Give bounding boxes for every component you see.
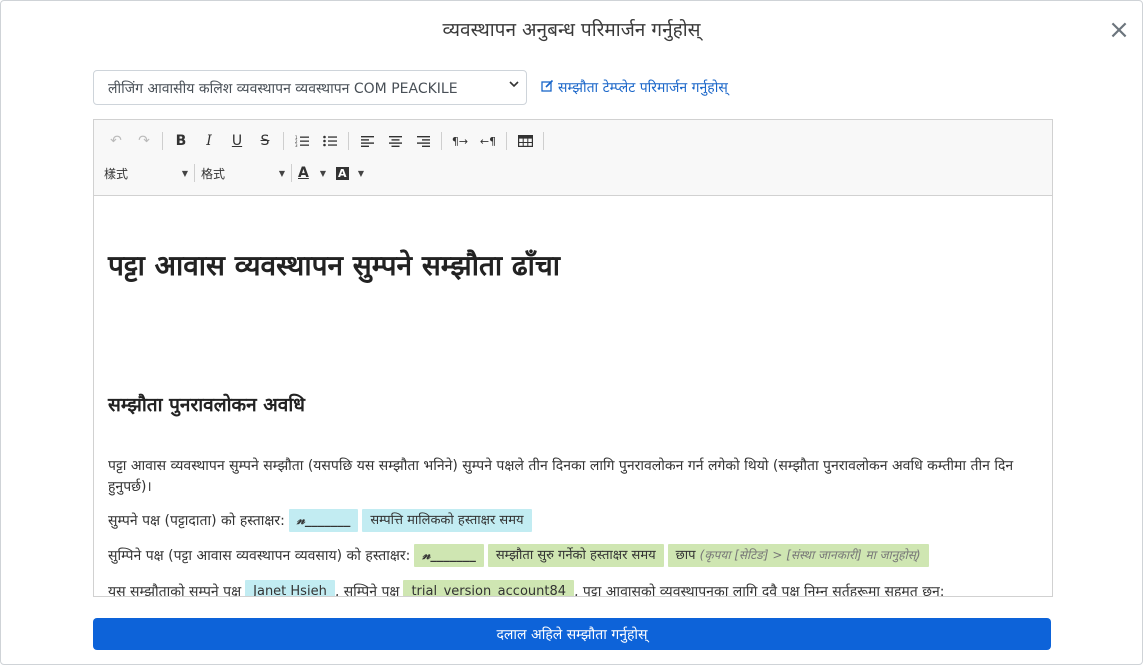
editor-content[interactable]: पट्टा आवास व्यवस्थापन सुम्पने सम्झौता ढा… — [94, 196, 1052, 596]
toolbar-divider — [348, 132, 349, 150]
toolbar-divider — [506, 132, 507, 150]
stamp-chip[interactable]: छाप (कृपया [सेटिङ] > [संस्था जानकारी] मा… — [667, 544, 929, 567]
bold-button[interactable]: B — [169, 129, 193, 153]
document-heading: पट्टा आवास व्यवस्थापन सुम्पने सम्झौता ढा… — [108, 249, 560, 282]
text-color-icon: A — [298, 165, 309, 181]
caret-down-icon: ▼ — [357, 168, 364, 178]
submit-contract-button[interactable]: दलाल अहिले सम्झौता गर्नुहोस् — [93, 618, 1051, 650]
toolbar-divider — [291, 164, 292, 182]
strikethrough-button[interactable]: S — [253, 129, 277, 153]
review-paragraph: पट्टा आवास व्यवस्थापन सुम्पने सम्झौता (य… — [108, 458, 1014, 495]
parties-middle: , सम्पिने पक्ष — [334, 584, 400, 596]
assignor-signature-label: सुम्पने पक्ष (पट्टादाता) को हस्ताक्षर: — [108, 513, 285, 529]
format-dropdown-label: 格式 — [201, 166, 226, 181]
caret-down-icon: ▼ — [278, 168, 285, 178]
assignor-signature-line: सुम्पने पक्ष (पट्टादाता) को हस्ताक्षर: 𝓃… — [108, 509, 532, 532]
caret-down-icon: ▼ — [319, 168, 326, 178]
text-color-button[interactable]: A ▼ — [298, 162, 330, 184]
undo-icon[interactable]: ↶ — [104, 129, 128, 153]
parties-suffix: , पट्टा आवासको व्यवस्थापनका लागि दवै पक्… — [574, 584, 945, 596]
style-dropdown-label: 樣式 — [104, 166, 129, 181]
toolbar-divider — [194, 164, 195, 182]
modal-dialog: व्यवस्थापन अनुबन्ध परिमार्जन गर्नुहोस् ×… — [0, 0, 1143, 665]
align-left-icon[interactable] — [355, 129, 379, 153]
section-heading: सम्झौता पुनरावलोकन अवधि — [108, 394, 305, 416]
edit-icon — [541, 79, 554, 96]
redo-icon[interactable]: ↷ — [132, 129, 156, 153]
template-select-value: लीजिंग आवासीय कलिश व्यवस्थापन व्यवस्थापन… — [108, 81, 458, 97]
italic-button[interactable]: I — [197, 129, 221, 153]
svg-text:3: 3 — [295, 143, 298, 147]
bg-color-button[interactable]: A ▼ — [336, 162, 368, 184]
initiator-sign-time-chip[interactable]: सम्झौता सुरु गर्नेको हस्ताक्षर समय — [487, 544, 664, 567]
rtl-icon[interactable]: ←¶ — [476, 129, 500, 153]
assignee-signature-line: सुम्पिने पक्ष (पट्टा आवास व्यवस्थापन व्य… — [108, 544, 929, 567]
table-icon[interactable] — [513, 129, 537, 153]
align-right-icon[interactable] — [411, 129, 435, 153]
assignee-signature-field[interactable]: 𝓃_______ — [414, 544, 484, 567]
underline-button[interactable]: U — [225, 129, 249, 153]
ltr-icon[interactable]: ¶→ — [448, 129, 472, 153]
toolbar-divider — [283, 132, 284, 150]
parties-line: यस सम्झौताको सम्पने पक्ष Janet Hsieh , स… — [108, 580, 945, 596]
align-center-icon[interactable] — [383, 129, 407, 153]
bg-color-icon: A — [336, 166, 349, 180]
assignee-signature-label: सुम्पिने पक्ष (पट्टा आवास व्यवस्थापन व्य… — [108, 548, 411, 564]
edit-template-link[interactable]: सम्झौता टेम्प्लेट परिमार्जन गर्नुहोस् — [541, 78, 728, 97]
parties-prefix: यस सम्झौताको सम्पने पक्ष — [108, 584, 242, 596]
toolbar-divider — [441, 132, 442, 150]
ordered-list-icon[interactable]: 123 — [290, 129, 314, 153]
modal-title: व्यवस्थापन अनुबन्ध परिमार्जन गर्नुहोस् — [442, 19, 701, 41]
caret-down-icon: ▼ — [181, 168, 188, 178]
rich-text-editor: ↶ ↷ B I U S 123 ¶→ ←¶ 樣式 ▼ 格式 ▼ A ▼ A ▼ … — [93, 119, 1053, 597]
format-dropdown[interactable]: 格式 ▼ — [201, 162, 289, 184]
editor-toolbar: ↶ ↷ B I U S 123 ¶→ ←¶ 樣式 ▼ 格式 ▼ A ▼ A ▼ — [94, 120, 1052, 196]
stamp-hint: (कृपया [सेटिङ] > [संस्था जानकारी] मा जान… — [699, 548, 921, 562]
edit-template-label: सम्झौता टेम्प्लेट परिमार्जन गर्नुहोस् — [558, 80, 728, 96]
template-select[interactable]: लीजिंग आवासीय कलिश व्यवस्थापन व्यवस्थापन… — [93, 70, 527, 105]
toolbar-divider — [162, 132, 163, 150]
party1-chip[interactable]: Janet Hsieh — [245, 580, 335, 596]
chevron-down-icon — [508, 78, 520, 93]
toolbar-divider — [543, 132, 544, 150]
style-dropdown[interactable]: 樣式 ▼ — [104, 162, 192, 184]
close-icon[interactable]: × — [1108, 17, 1130, 43]
assignor-signature-field[interactable]: 𝓃_______ — [288, 509, 359, 532]
owner-sign-time-chip[interactable]: सम्पत्ति मालिकको हस्ताक्षर समय — [362, 509, 532, 532]
bullet-list-icon[interactable] — [318, 129, 342, 153]
party2-chip[interactable]: trial_version_account84 — [403, 580, 575, 596]
